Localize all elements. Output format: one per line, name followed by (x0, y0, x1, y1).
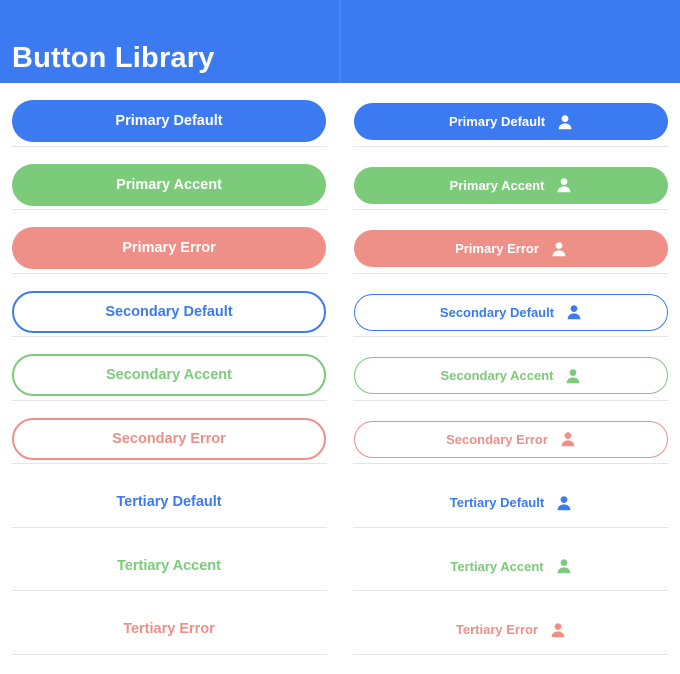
primary-accent-icon-button[interactable]: Primary Accent (354, 166, 668, 204)
button-label: Secondary Default (439, 304, 555, 320)
list-row: Tertiary Accent (341, 528, 680, 591)
list-row: Secondary Accent (0, 337, 339, 401)
list-row: Primary Accent (0, 147, 339, 210)
button-label: Tertiary Error (123, 621, 215, 637)
tertiary-default-button[interactable]: Tertiary Default (12, 481, 326, 523)
list-row: Primary Accent (341, 147, 680, 210)
person-icon (556, 495, 572, 511)
secondary-accent-icon-button[interactable]: Secondary Accent (354, 357, 668, 394)
secondary-default-button[interactable]: Secondary Default (12, 290, 326, 333)
list-row: Secondary Accent (341, 337, 680, 401)
list-row: Secondary Error (0, 401, 339, 464)
person-icon (566, 304, 582, 320)
button-label: Tertiary Default (116, 494, 222, 510)
button-label: Tertiary Default (449, 495, 545, 510)
secondary-accent-button[interactable]: Secondary Accent (12, 354, 326, 396)
button-list-with-icon: Primary Default Primary Accent Primary E… (341, 83, 680, 655)
tertiary-accent-button[interactable]: Tertiary Accent (12, 545, 326, 587)
button-label: Primary Default (115, 113, 223, 129)
primary-error-icon-button[interactable]: Primary Error (354, 230, 668, 267)
person-icon (557, 114, 573, 130)
header-bar: Button Library (0, 0, 680, 83)
button-label: Tertiary Accent (450, 558, 544, 574)
button-label: Tertiary Error (455, 622, 539, 637)
button-label: Primary Error (122, 240, 216, 256)
list-row: Secondary Default (0, 274, 339, 337)
row-separator (353, 653, 668, 655)
secondary-error-icon-button[interactable]: Secondary Error (354, 420, 668, 458)
list-row: Tertiary Default (341, 464, 680, 528)
secondary-default-icon-button[interactable]: Secondary Default (354, 293, 668, 331)
tertiary-error-button[interactable]: Tertiary Error (12, 608, 326, 650)
tertiary-default-icon-button[interactable]: Tertiary Default (354, 484, 668, 521)
secondary-error-button[interactable]: Secondary Error (12, 417, 326, 460)
list-row: Tertiary Accent (0, 528, 339, 591)
tertiary-accent-icon-button[interactable]: Tertiary Accent (354, 548, 668, 585)
header-left: Button Library (0, 0, 339, 83)
button-label: Tertiary Accent (117, 557, 221, 574)
person-icon (551, 241, 567, 257)
button-label: Secondary Accent (106, 367, 232, 383)
list-row: Primary Error (341, 210, 680, 274)
person-icon (550, 622, 566, 638)
list-row: Secondary Default (341, 274, 680, 337)
button-label: Primary Accent (449, 177, 545, 193)
tertiary-error-icon-button[interactable]: Tertiary Error (354, 611, 668, 648)
button-label: Secondary Error (112, 430, 226, 447)
list-row: Secondary Error (341, 401, 680, 464)
row-separator (12, 653, 327, 655)
primary-accent-button[interactable]: Primary Accent (12, 163, 326, 206)
button-label: Secondary Error (446, 431, 548, 447)
primary-error-button[interactable]: Primary Error (12, 227, 326, 269)
button-list-plain: Primary Default Primary Accent Primary E… (0, 83, 339, 655)
primary-default-button[interactable]: Primary Default (12, 100, 326, 142)
button-label: Primary Error (455, 241, 539, 256)
list-row: Primary Default (341, 83, 680, 147)
primary-default-icon-button[interactable]: Primary Default (354, 103, 668, 140)
list-row: Primary Default (0, 83, 339, 147)
page-title: Button Library (12, 42, 215, 74)
button-label: Primary Default (448, 114, 546, 129)
list-row: Tertiary Default (0, 464, 339, 528)
person-icon (556, 558, 572, 574)
list-row: Primary Error (0, 210, 339, 274)
button-label: Secondary Accent (440, 368, 554, 383)
button-label: Secondary Default (105, 303, 233, 320)
person-icon (560, 431, 576, 447)
list-row: Tertiary Error (341, 591, 680, 655)
list-row: Tertiary Error (0, 591, 339, 655)
person-icon (556, 177, 572, 193)
person-icon (565, 368, 581, 384)
button-label: Primary Accent (116, 176, 222, 193)
header-right (341, 0, 680, 83)
